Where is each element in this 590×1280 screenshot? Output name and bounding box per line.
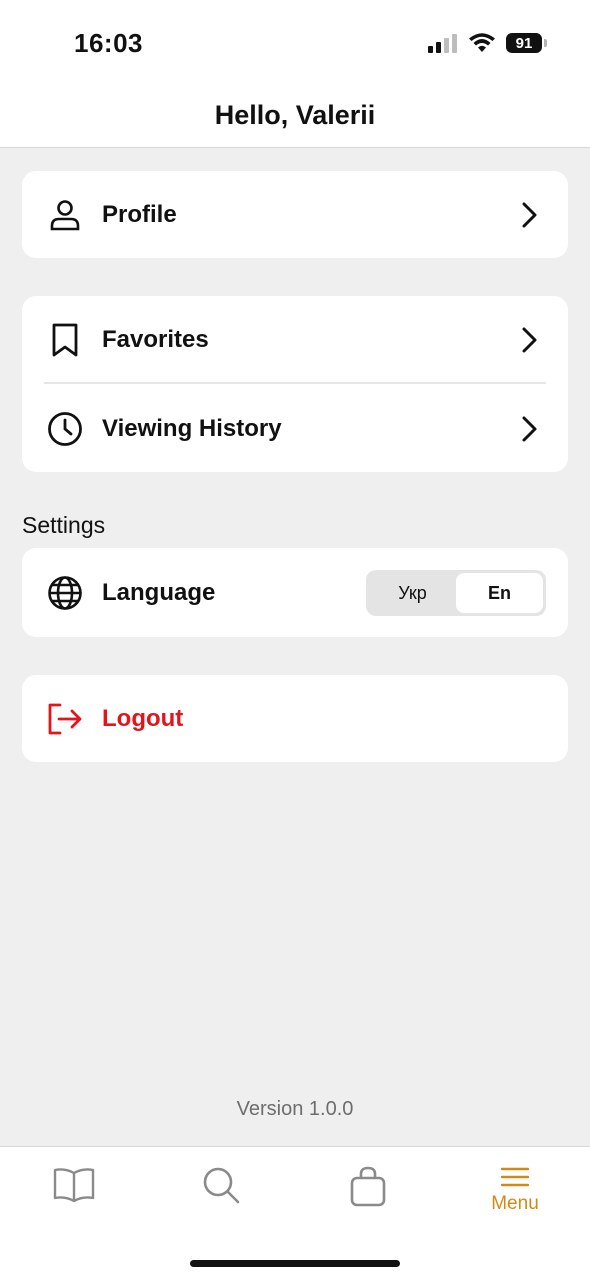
tab-library[interactable] xyxy=(24,1165,124,1245)
app-version: Version 1.0.0 xyxy=(236,1098,354,1120)
page-title: Hello, Valerii xyxy=(214,100,376,130)
chevron-right-icon xyxy=(522,202,537,227)
tab-menu[interactable]: Menu xyxy=(465,1165,565,1245)
viewing-history-label: Viewing History xyxy=(102,414,282,442)
globe-icon xyxy=(46,574,84,612)
home-indicator xyxy=(190,1260,400,1267)
logout-button[interactable]: Logout xyxy=(22,675,568,762)
profile-card: Profile xyxy=(22,171,568,258)
battery-level: 91 xyxy=(515,34,533,52)
favorites-row[interactable]: Favorites xyxy=(22,296,568,383)
library-card: Favorites Viewing History xyxy=(22,296,568,472)
tab-menu-label: Menu xyxy=(491,1193,539,1214)
bag-icon xyxy=(350,1166,386,1207)
battery-indicator: 91 xyxy=(506,33,547,53)
profile-row[interactable]: Profile xyxy=(22,171,568,258)
user-icon xyxy=(46,196,84,234)
language-toggle[interactable]: Укр En xyxy=(366,570,546,616)
logout-card: Logout xyxy=(22,675,568,762)
profile-label: Profile xyxy=(102,200,177,228)
logout-label: Logout xyxy=(102,704,184,732)
tab-cart[interactable] xyxy=(318,1165,418,1245)
chevron-right-icon xyxy=(522,327,537,352)
tab-search[interactable] xyxy=(171,1165,271,1245)
cellular-signal-icon xyxy=(428,34,457,53)
language-row: Language Укр En xyxy=(22,548,568,637)
divider xyxy=(44,382,546,384)
language-option-ukr[interactable]: Укр xyxy=(369,573,456,613)
wifi-icon xyxy=(469,33,495,52)
status-icons: 91 xyxy=(428,30,547,56)
favorites-label: Favorites xyxy=(102,325,209,353)
language-option-en[interactable]: En xyxy=(456,573,543,613)
logout-icon xyxy=(46,700,84,738)
language-label: Language xyxy=(102,578,216,606)
clock-icon xyxy=(46,410,84,448)
status-time: 16:03 xyxy=(74,28,143,58)
settings-card: Language Укр En xyxy=(22,548,568,637)
bookmark-icon xyxy=(46,321,84,359)
book-icon xyxy=(53,1168,95,1203)
search-icon xyxy=(203,1167,240,1204)
top-bar: 16:03 91 Hello, Valerii xyxy=(0,0,590,148)
settings-section-label: Settings xyxy=(22,512,106,538)
chevron-right-icon xyxy=(522,416,537,441)
menu-icon xyxy=(500,1167,530,1187)
viewing-history-row[interactable]: Viewing History xyxy=(22,385,568,472)
